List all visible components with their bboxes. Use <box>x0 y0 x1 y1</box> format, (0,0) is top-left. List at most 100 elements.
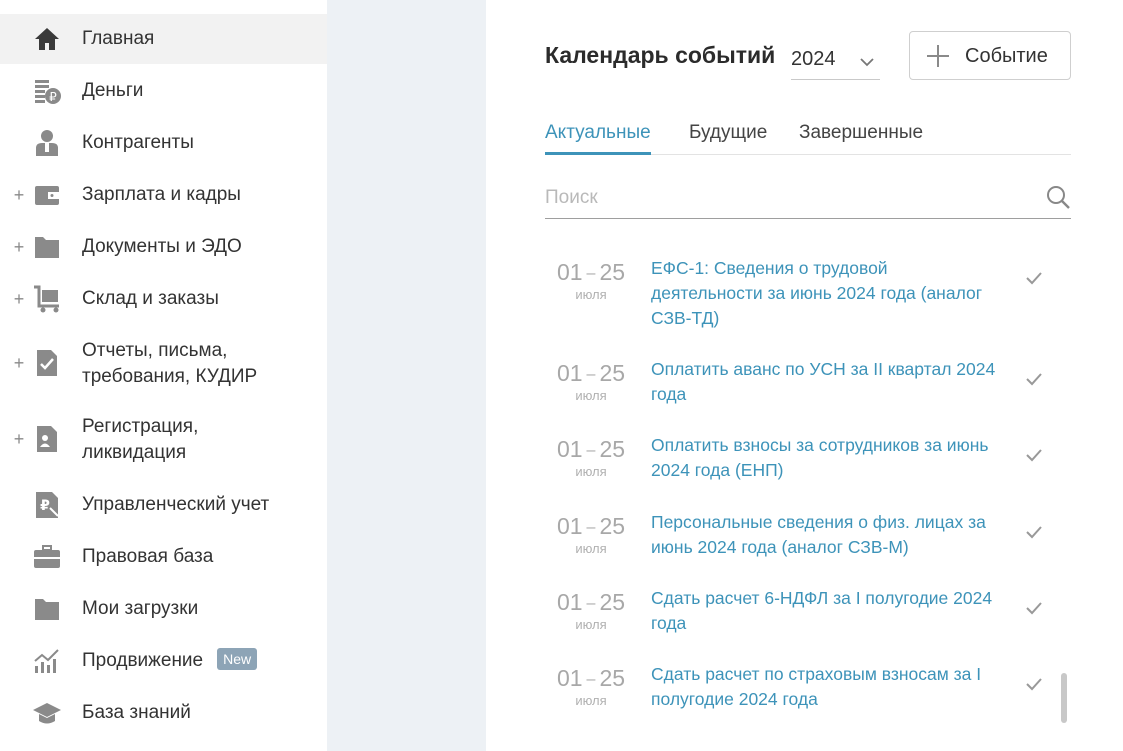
wallet-icon <box>32 180 62 210</box>
date-to: 25 <box>599 589 626 615</box>
event-tabs: Актуальные Будущие Завершенные <box>545 118 1071 155</box>
sidebar-item-label: Зарплата и кадры <box>82 184 241 205</box>
tab-current[interactable]: Актуальные <box>545 122 651 155</box>
sidebar-item-reports[interactable]: + Отчеты, письма, требования, КУДИР <box>0 334 327 394</box>
sidebar-item-home[interactable]: Главная <box>0 14 327 64</box>
event-title-link[interactable]: Сдать расчет 6-НДФЛ за I полугодие 2024 … <box>651 586 1003 636</box>
sidebar-item-label: Мои загрузки <box>82 598 199 619</box>
sidebar-item-knowledge[interactable]: База знаний <box>0 688 327 738</box>
event-item: 01–25 июля Сдать расчет 6-НДФЛ за I полу… <box>545 587 1065 637</box>
svg-text:₽: ₽ <box>40 498 50 514</box>
content-gutter <box>327 0 486 751</box>
date-to: 25 <box>599 360 626 386</box>
expand-icon[interactable]: + <box>12 186 26 204</box>
cart-icon <box>32 284 62 314</box>
page-title: Календарь событий <box>545 42 776 68</box>
sidebar-item-label-text: Продвижение <box>82 650 204 671</box>
sidebar-item-legal[interactable]: Правовая база <box>0 532 327 582</box>
chevron-down-icon <box>860 54 874 72</box>
sidebar-item-documents[interactable]: + Документы и ЭДО <box>0 222 327 272</box>
date-from: 01 <box>556 259 583 285</box>
sidebar-item-label: Деньги <box>82 80 144 101</box>
expand-icon[interactable]: + <box>12 238 26 256</box>
new-badge: New <box>217 648 258 670</box>
checkmark-icon[interactable] <box>1025 677 1043 696</box>
checkmark-icon[interactable] <box>1025 271 1043 290</box>
event-title-link[interactable]: Оплатить аванс по УСН за II квартал 2024… <box>651 357 1003 407</box>
money-icon: ₽ <box>32 76 62 106</box>
event-title-link[interactable]: ЕФС-1: Сведения о трудовой деятельности … <box>651 256 1003 331</box>
event-date: 01–25 июля <box>551 259 631 303</box>
sidebar: Главная ₽ Деньги Контрагенты + Зарплата … <box>0 0 327 751</box>
folder-icon <box>32 232 62 262</box>
event-title-link[interactable]: Сдать расчет по страховым взносам за I п… <box>651 662 1003 712</box>
add-event-label: Событие <box>965 45 1048 67</box>
date-month: июля <box>575 287 607 302</box>
date-month: июля <box>575 388 607 403</box>
sidebar-item-warehouse[interactable]: + Склад и заказы <box>0 274 327 324</box>
ruble-doc-icon: ₽ <box>32 490 62 520</box>
search-input[interactable] <box>545 184 1025 212</box>
year-select[interactable]: 2024 <box>791 40 880 80</box>
tab-upcoming[interactable]: Будущие <box>689 122 767 155</box>
sidebar-item-label: Правовая база <box>82 546 214 567</box>
checkmark-icon[interactable] <box>1025 601 1043 620</box>
expand-icon[interactable]: + <box>12 354 26 372</box>
growth-chart-icon <box>32 646 62 676</box>
date-from: 01 <box>556 589 583 615</box>
sidebar-item-downloads[interactable]: Мои загрузки <box>0 584 327 634</box>
folder-icon <box>32 594 62 624</box>
search-bar <box>545 176 1071 219</box>
date-month: июля <box>575 617 607 632</box>
event-item: 01–25 июля Оплатить аванс по УСН за II к… <box>545 358 1065 408</box>
sidebar-item-promotion[interactable]: Продвижение New <box>0 636 327 686</box>
scrollbar-thumb[interactable] <box>1061 673 1067 723</box>
search-icon[interactable] <box>1045 184 1071 215</box>
sidebar-item-label: Регистрация, ликвидация <box>82 416 199 463</box>
event-title-link[interactable]: Оплатить взносы за сотрудников за июнь 2… <box>651 433 1003 483</box>
event-list: 01–25 июля ЕФС-1: Сведения о трудовой де… <box>545 240 1085 740</box>
year-value: 2024 <box>791 48 836 70</box>
date-to: 25 <box>599 259 626 285</box>
event-date: 01–25 июля <box>551 360 631 404</box>
event-item: 01–25 июля Сдать расчет по страховым взн… <box>545 663 1065 713</box>
home-icon <box>32 24 62 54</box>
sidebar-item-label: Документы и ЭДО <box>82 236 242 257</box>
checkmark-icon[interactable] <box>1025 525 1043 544</box>
event-item: 01–25 июля Персональные сведения о физ. … <box>545 511 1065 561</box>
date-from: 01 <box>556 360 583 386</box>
sidebar-item-label: Главная <box>82 28 155 49</box>
sidebar-item-label: Отчеты, письма, требования, КУДИР <box>82 340 258 387</box>
tab-completed[interactable]: Завершенные <box>799 122 923 155</box>
sidebar-item-label: Контрагенты <box>82 132 194 153</box>
date-month: июля <box>575 693 607 708</box>
event-item: 01–25 июля ЕФС-1: Сведения о трудовой де… <box>545 257 1065 328</box>
briefcase-icon <box>32 542 62 572</box>
plus-icon <box>926 44 950 73</box>
sidebar-item-registration[interactable]: + Регистрация, ликвидация <box>0 410 327 470</box>
date-from: 01 <box>556 436 583 462</box>
checkmark-icon[interactable] <box>1025 372 1043 391</box>
contractor-icon <box>32 128 62 158</box>
sidebar-item-label: Продвижение New <box>82 648 307 674</box>
date-from: 01 <box>556 665 583 691</box>
sidebar-item-contractors[interactable]: Контрагенты <box>0 118 327 168</box>
checkmark-icon[interactable] <box>1025 448 1043 467</box>
events-calendar-panel: Календарь событий 2024 Событие Актуальны… <box>486 0 1123 751</box>
report-icon <box>32 348 62 378</box>
event-date: 01–25 июля <box>551 436 631 480</box>
date-month: июля <box>575 464 607 479</box>
sidebar-item-label: Управленческий учет <box>82 494 270 515</box>
expand-icon[interactable]: + <box>12 290 26 308</box>
event-date: 01–25 июля <box>551 665 631 709</box>
event-title-link[interactable]: Персональные сведения о физ. лицах за ию… <box>651 510 1003 560</box>
sidebar-item-salary[interactable]: + Зарплата и кадры <box>0 170 327 220</box>
sidebar-item-label: База знаний <box>82 702 191 723</box>
sidebar-item-management[interactable]: ₽ Управленческий учет <box>0 480 327 530</box>
event-date: 01–25 июля <box>551 513 631 557</box>
sidebar-item-money[interactable]: ₽ Деньги <box>0 66 327 116</box>
sidebar-item-label: Склад и заказы <box>82 288 219 309</box>
expand-icon[interactable]: + <box>12 430 26 448</box>
add-event-button[interactable]: Событие <box>909 31 1071 80</box>
date-from: 01 <box>556 513 583 539</box>
